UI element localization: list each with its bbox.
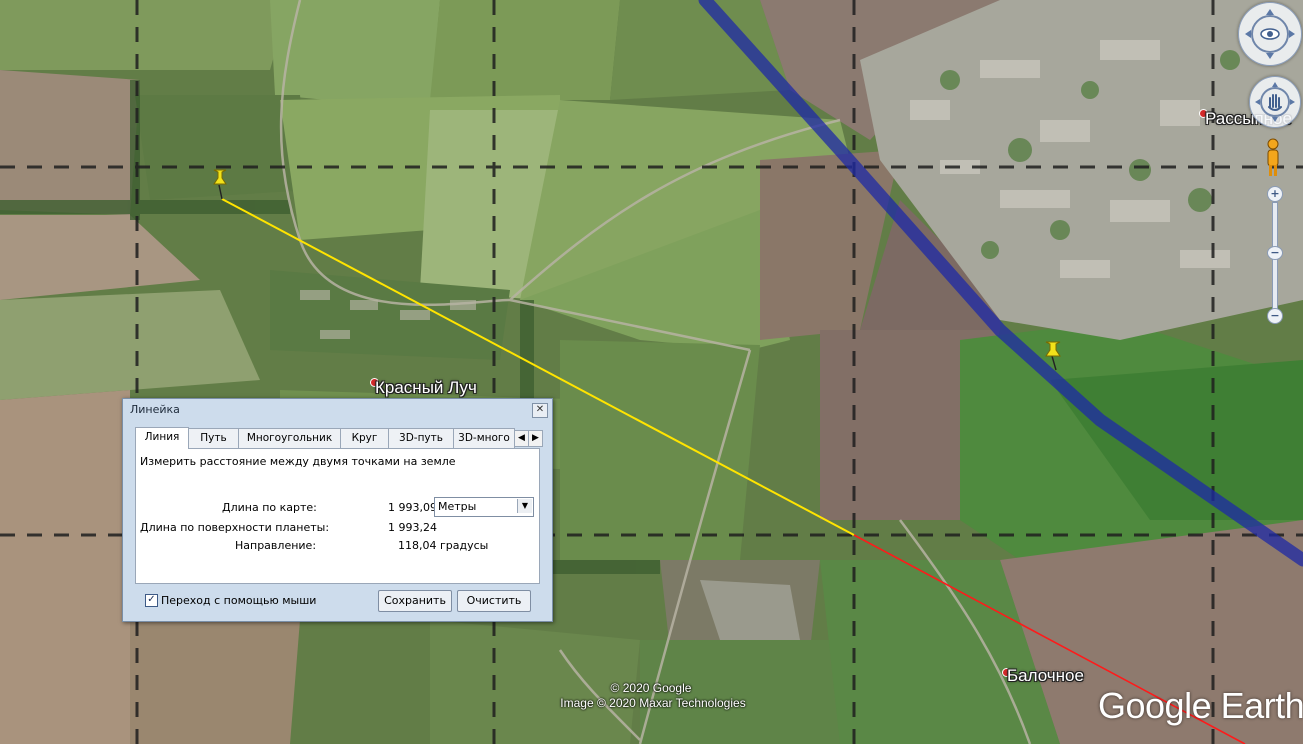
map-length-label: Длина по карте: (222, 501, 317, 514)
zoom-in-icon[interactable]: + (1267, 186, 1283, 202)
tab-pane-line: Измерить расстояние между двумя точками … (135, 448, 540, 584)
tab-line[interactable]: Линия (135, 427, 189, 449)
clear-button[interactable]: Очистить (457, 590, 531, 612)
copyright-imagery: Image © 2020 Maxar Technologies (560, 696, 746, 710)
tab-3d-path[interactable]: 3D-путь (388, 428, 454, 448)
look-joystick[interactable] (1238, 2, 1302, 66)
hand-icon (1255, 82, 1295, 122)
tab-path[interactable]: Путь (188, 428, 239, 448)
dialog-title: Линейка (130, 403, 180, 416)
satellite-map[interactable] (0, 0, 1303, 744)
measure-description: Измерить расстояние между двумя точками … (140, 455, 456, 468)
tab-scroll-left-icon[interactable]: ◀ (514, 430, 529, 447)
heading-value: 118,04 градусы (398, 539, 489, 552)
ruler-dialog: Линейка ✕ Линия Путь Многоугольник Круг … (122, 398, 553, 622)
zoom-thumb[interactable]: − (1267, 246, 1283, 260)
map-length-value: 1 993,09 (388, 501, 437, 514)
tab-bar: Линия Путь Многоугольник Круг 3D-путь 3D… (135, 427, 543, 449)
zoom-out-icon[interactable]: − (1267, 308, 1283, 324)
mouse-navigation-checkbox[interactable]: ✓ (145, 594, 158, 607)
unit-select-value: Метры (438, 500, 477, 513)
dropdown-arrow-icon[interactable]: ▼ (517, 499, 532, 513)
tab-3d-polygon[interactable]: 3D-много (453, 428, 515, 448)
mouse-navigation-label[interactable]: Переход с помощью мыши (161, 594, 316, 607)
save-button[interactable]: Сохранить (378, 590, 452, 612)
tab-scroll-right-icon[interactable]: ▶ (528, 430, 543, 447)
unit-select[interactable]: Метры ▼ (434, 497, 534, 517)
heading-label: Направление: (235, 539, 317, 552)
tab-circle[interactable]: Круг (340, 428, 389, 448)
ground-length-label: Длина по поверхности планеты: (140, 521, 330, 534)
ground-length-value: 1 993,24 (388, 521, 437, 534)
eye-icon (1245, 9, 1295, 59)
google-earth-logo: Google Earth (1098, 685, 1303, 726)
zoom-slider[interactable]: + − − (1267, 186, 1283, 324)
close-icon[interactable]: ✕ (532, 403, 548, 418)
tab-polygon[interactable]: Многоугольник (238, 428, 341, 448)
street-view-pegman-icon[interactable] (1264, 138, 1282, 178)
place-label-balochnoe[interactable]: Балочное (1007, 666, 1084, 686)
place-label-krasny-luch[interactable]: Красный Луч (375, 378, 477, 398)
move-joystick[interactable] (1249, 76, 1301, 128)
copyright-google: © 2020 Google (610, 681, 692, 695)
